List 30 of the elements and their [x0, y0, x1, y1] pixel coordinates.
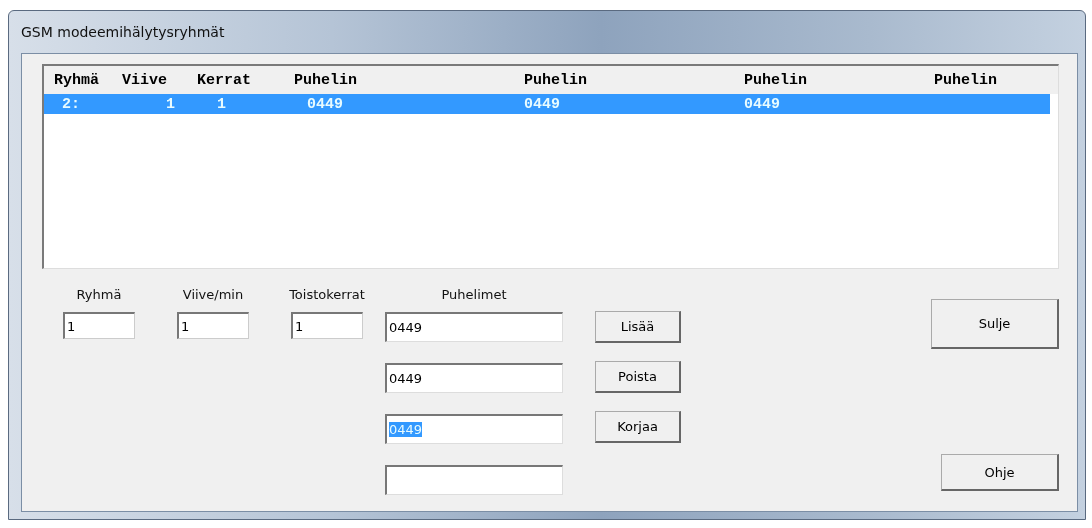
row-cell-text: 1	[216, 95, 227, 113]
row-cell-text: 2:	[61, 95, 81, 113]
action-button[interactable]: Korjaa	[595, 411, 681, 443]
column-header: Kerrat	[197, 72, 251, 91]
field-label: Puhelimet	[441, 287, 507, 304]
row-cell-text: 0449	[744, 95, 781, 113]
column-header: Puhelin	[524, 72, 587, 91]
column-header: Puhelin	[294, 72, 357, 91]
input-field[interactable]: 1	[63, 312, 135, 339]
phone-field[interactable]: 0449	[385, 312, 563, 342]
close-button[interactable]: Sulje	[931, 299, 1059, 349]
row-cell-text: 0449	[524, 95, 561, 113]
row-cell-text: 0449	[306, 95, 344, 113]
help-button[interactable]: Ohje	[941, 454, 1059, 491]
column-header: Puhelin	[744, 72, 807, 91]
column-header: Puhelin	[934, 72, 997, 91]
row-cell-text: 1	[165, 95, 176, 113]
phone-field[interactable]	[385, 465, 563, 495]
action-button[interactable]: Lisää	[595, 311, 681, 343]
phone-field[interactable]: 0449	[385, 363, 563, 393]
field-label: Viive/min	[182, 287, 244, 304]
field-label: Ryhmä	[76, 287, 122, 304]
field-label: Toistokerrat	[289, 287, 365, 304]
action-button[interactable]: Poista	[595, 361, 681, 393]
window-title: GSM modeemihälytysryhmät	[21, 23, 226, 42]
group-list[interactable]: Ryhmä Viive Kerrat Puhelin Puhelin Puhelin Puhelin 2: 1 1 0449 0449 0449	[42, 64, 1059, 269]
input-field[interactable]: 1	[177, 312, 249, 339]
column-header: Ryhmä	[54, 72, 99, 91]
column-header: Viive	[122, 72, 167, 91]
input-field[interactable]: 1	[291, 312, 363, 339]
